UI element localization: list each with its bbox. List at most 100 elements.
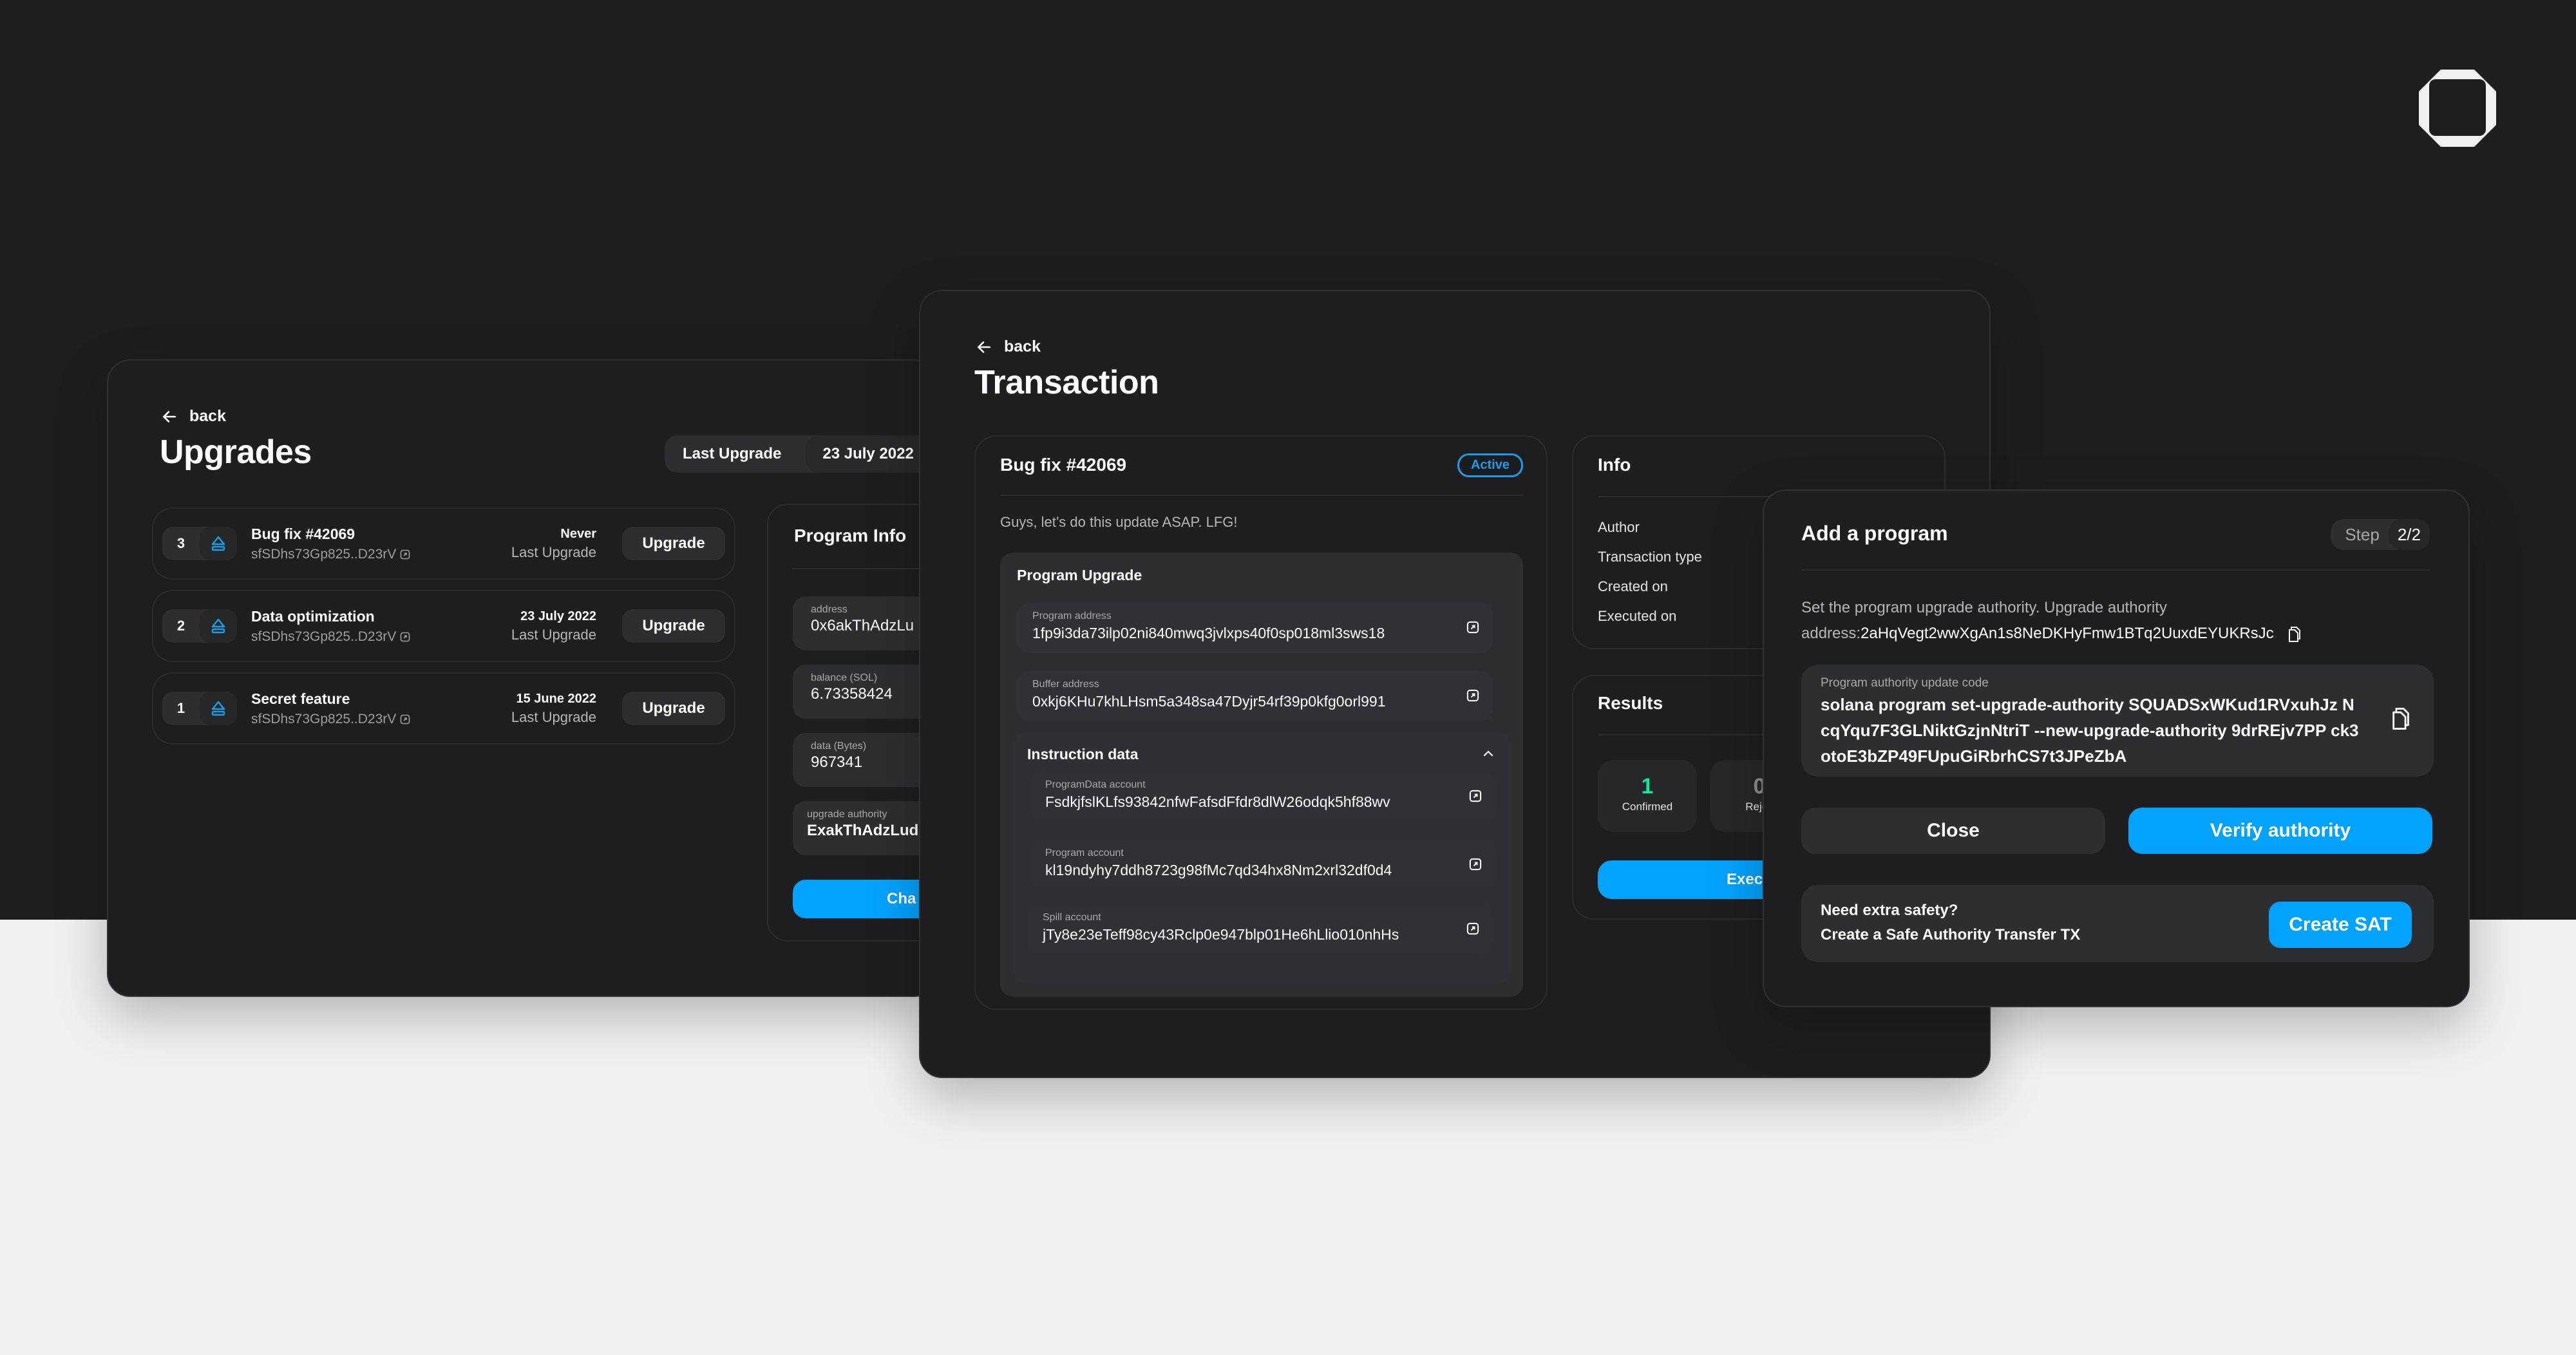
upgrade-address: sfSDhs73Gp825..D23rV bbox=[251, 711, 397, 726]
safety-subtitle: Create a Safe Authority Transfer TX bbox=[1821, 926, 2081, 943]
program-address-field: Program address 1fp9i3da73ilp02ni840mwq3… bbox=[1017, 603, 1493, 653]
field-label: Program account bbox=[1045, 848, 1124, 858]
upgrade-date: Never bbox=[560, 526, 596, 541]
transaction-description: Guys, let’s do this update ASAP. LFG! bbox=[1000, 514, 1238, 530]
authority-code-box: Program authority update code solana pro… bbox=[1801, 665, 2434, 777]
results-title: Results bbox=[1598, 693, 1663, 713]
authority-update-code[interactable]: solana program set-upgrade-authority SQU… bbox=[1821, 692, 2362, 769]
external-link-icon[interactable] bbox=[1466, 689, 1479, 702]
upgrades-panel: back Upgrades Last Upgrade 23 July 2022 … bbox=[107, 359, 938, 997]
confirmed-tile: 1 Confirmed bbox=[1598, 760, 1697, 832]
info-title: Info bbox=[1598, 455, 1631, 475]
modal-title: Add a program bbox=[1801, 522, 1948, 545]
info-row-executed-on: Executed on bbox=[1598, 608, 1677, 624]
field-value: kl19ndyhy7ddh8723g98fMc7qd34hx8Nm2xrl32d… bbox=[1045, 862, 1392, 878]
external-link-icon[interactable] bbox=[400, 632, 410, 642]
upgrade-date: 15 June 2022 bbox=[516, 691, 596, 706]
upgrade-name: Bug fix #42069 bbox=[251, 525, 355, 542]
upgrade-name: Secret feature bbox=[251, 690, 350, 707]
copy-icon[interactable] bbox=[2390, 706, 2412, 732]
safety-callout: Need extra safety? Create a Safe Authori… bbox=[1801, 885, 2434, 962]
divider bbox=[1801, 569, 2430, 571]
field-label: ProgramData account bbox=[1045, 779, 1146, 790]
upgrade-button[interactable]: Upgrade bbox=[622, 527, 725, 560]
external-link-icon[interactable] bbox=[400, 714, 410, 725]
external-link-icon[interactable] bbox=[1466, 922, 1479, 935]
external-link-icon[interactable] bbox=[1466, 621, 1479, 634]
program-upgrade-title: Program Upgrade bbox=[1017, 567, 1142, 583]
transaction-title: Bug fix #42069 bbox=[1000, 455, 1127, 475]
create-sat-button[interactable]: Create SAT bbox=[2269, 902, 2412, 948]
buffer-address-field: Buffer address 0xkj6KHu7khLHsm5a348sa47D… bbox=[1017, 671, 1493, 721]
upgrade-authority-field: upgrade authority ExakThAdzLudQ bbox=[793, 801, 936, 855]
upgrade-date: 23 July 2022 bbox=[520, 609, 596, 623]
divider bbox=[1000, 495, 1523, 496]
field-label: upgrade authority bbox=[807, 809, 887, 820]
page-title: Upgrades bbox=[160, 433, 312, 471]
field-label: Spill account bbox=[1043, 912, 1101, 923]
confirmed-count: 1 bbox=[1641, 774, 1654, 799]
chevron-up-icon[interactable] bbox=[1481, 746, 1496, 761]
upgrade-row: 1 Secret feature sfSDhs73Gp825..D23rV 15… bbox=[152, 672, 735, 744]
step-label: Step bbox=[2345, 524, 2380, 544]
close-button[interactable]: Close bbox=[1801, 808, 2105, 854]
field-value: jTy8e23eTeff98cy43Rclp0e947blp01He6hLlio… bbox=[1043, 926, 1399, 943]
upgrade-date-label: Last Upgrade bbox=[511, 708, 596, 725]
safety-title: Need extra safety? bbox=[1821, 902, 1958, 919]
back-link[interactable]: back bbox=[976, 337, 1041, 356]
back-label: back bbox=[189, 407, 226, 425]
add-program-modal: Add a program Step 2/2 Set the program u… bbox=[1763, 489, 2470, 1007]
upgrade-row: 2 Data optimization sfSDhs73Gp825..D23rV… bbox=[152, 590, 735, 662]
upgrade-index: 2 bbox=[176, 618, 185, 634]
program-address-field: address 0x6akThAdzLu bbox=[793, 596, 936, 650]
eject-icon bbox=[200, 527, 237, 560]
instruction-data-title: Instruction data bbox=[1027, 746, 1139, 763]
upgrade-button[interactable]: Upgrade bbox=[622, 692, 725, 725]
eject-icon bbox=[200, 609, 237, 643]
program-upgrade-box: Program Upgrade Program address 1fp9i3da… bbox=[1000, 553, 1523, 997]
arrow-left-icon bbox=[163, 410, 176, 422]
upgrade-address: sfSDhs73Gp825..D23rV bbox=[251, 546, 397, 562]
change-authority-button[interactable]: Cha bbox=[793, 880, 936, 918]
back-label: back bbox=[1004, 337, 1041, 355]
last-upgrade-label: Last Upgrade bbox=[683, 445, 782, 462]
page-title: Transaction bbox=[974, 364, 1159, 401]
data-bytes-field: data (Bytes) 967341 bbox=[793, 733, 936, 787]
program-info-title: Program Info bbox=[794, 526, 907, 545]
upgrade-button[interactable]: Upgrade bbox=[622, 609, 725, 643]
info-row-created-on: Created on bbox=[1598, 578, 1668, 594]
authority-address: 2aHqVegt2wwXgAn1s8NeDKHyFmw1BTq2UuxdEYUK… bbox=[1861, 625, 2274, 642]
divider bbox=[793, 568, 936, 569]
external-link-icon[interactable] bbox=[400, 549, 410, 560]
external-link-icon[interactable] bbox=[1469, 858, 1482, 871]
field-label: Program address bbox=[1032, 611, 1112, 621]
back-link[interactable]: back bbox=[161, 407, 226, 426]
copy-icon[interactable] bbox=[2287, 625, 2302, 643]
verify-authority-button[interactable]: Verify authority bbox=[2128, 808, 2432, 854]
info-row-transaction-type: Transaction type bbox=[1598, 549, 1702, 565]
octagon-logo-icon bbox=[2419, 70, 2496, 147]
balance-field: balance (SOL) 6.73358424 bbox=[793, 665, 936, 719]
upgrades-list: 3 Bug fix #42069 sfSDhs73Gp825..D23rV Ne… bbox=[152, 507, 735, 755]
upgrade-index-box: 2 bbox=[162, 609, 237, 643]
program-info-card: Program Info address 0x6akThAdzLu balanc… bbox=[767, 504, 936, 942]
spill-account-field: Spill account jTy8e23eTeff98cy43Rclp0e94… bbox=[1027, 904, 1493, 954]
step-indicator: Step 2/2 bbox=[2331, 519, 2430, 550]
code-label: Program authority update code bbox=[1821, 676, 1989, 690]
upgrade-index: 1 bbox=[176, 700, 185, 716]
last-upgrade-date: 23 July 2022 bbox=[806, 435, 931, 473]
confirmed-label: Confirmed bbox=[1622, 801, 1673, 813]
info-row-author: Author bbox=[1598, 519, 1640, 535]
upgrade-name: Data optimization bbox=[251, 607, 375, 625]
field-value: 1fp9i3da73ilp02ni840mwq3jvlxps40f0sp018m… bbox=[1032, 625, 1385, 641]
external-link-icon[interactable] bbox=[1469, 790, 1482, 802]
upgrade-address: sfSDhs73Gp825..D23rV bbox=[251, 629, 397, 644]
field-label: Buffer address bbox=[1032, 679, 1099, 690]
field-value: 0xkj6KHu7khLHsm5a348sa47Dyjr54rf39p0kfg0… bbox=[1032, 693, 1386, 710]
transaction-detail-card: Bug fix #42069 Active Guys, let’s do thi… bbox=[974, 435, 1548, 1010]
field-value: ExakThAdzLudQ bbox=[807, 822, 931, 839]
step-value: 2/2 bbox=[2388, 519, 2430, 550]
upgrade-date-label: Last Upgrade bbox=[511, 626, 596, 643]
modal-description: Set the program upgrade authority. Upgra… bbox=[1801, 595, 2432, 647]
upgrade-date-label: Last Upgrade bbox=[511, 544, 596, 560]
